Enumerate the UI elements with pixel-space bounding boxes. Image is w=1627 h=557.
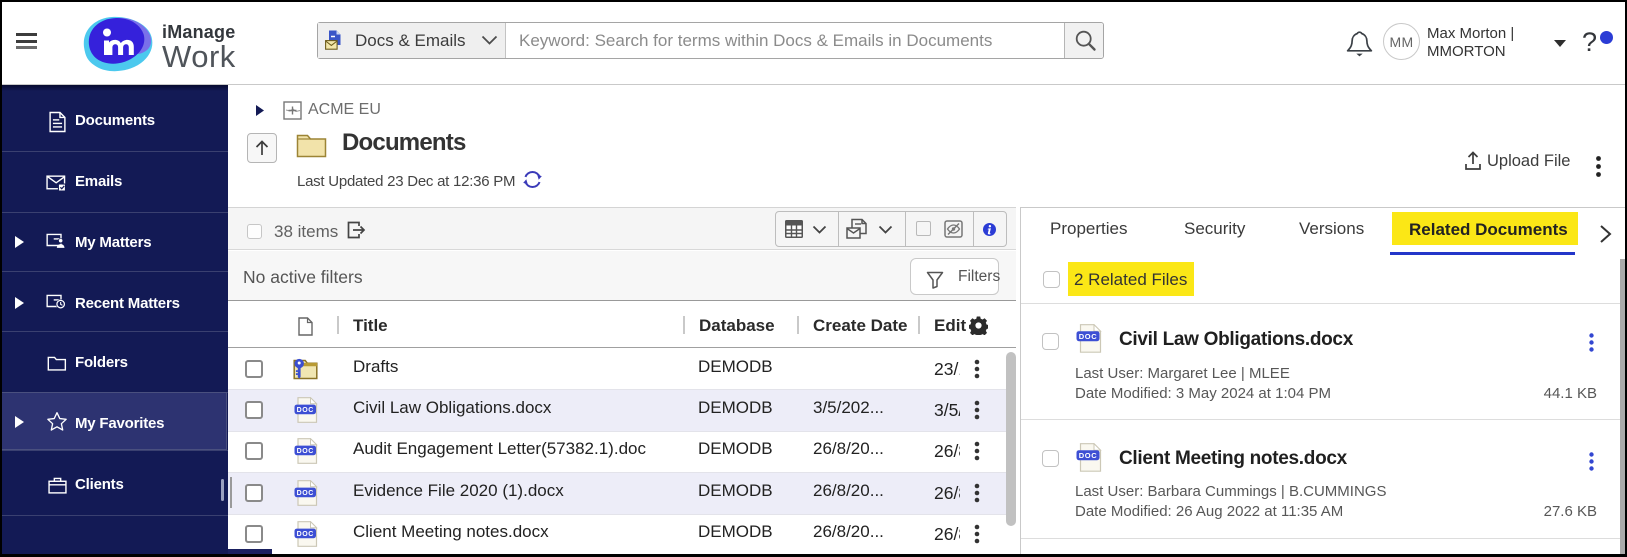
svg-text:DOC: DOC [297,531,314,538]
svg-text:DOC: DOC [297,407,314,414]
svg-text:DOC: DOC [297,490,314,497]
svg-text:DOC: DOC [297,448,314,455]
svg-text:DOC: DOC [1079,451,1097,460]
svg-text:DOC: DOC [1079,332,1097,341]
